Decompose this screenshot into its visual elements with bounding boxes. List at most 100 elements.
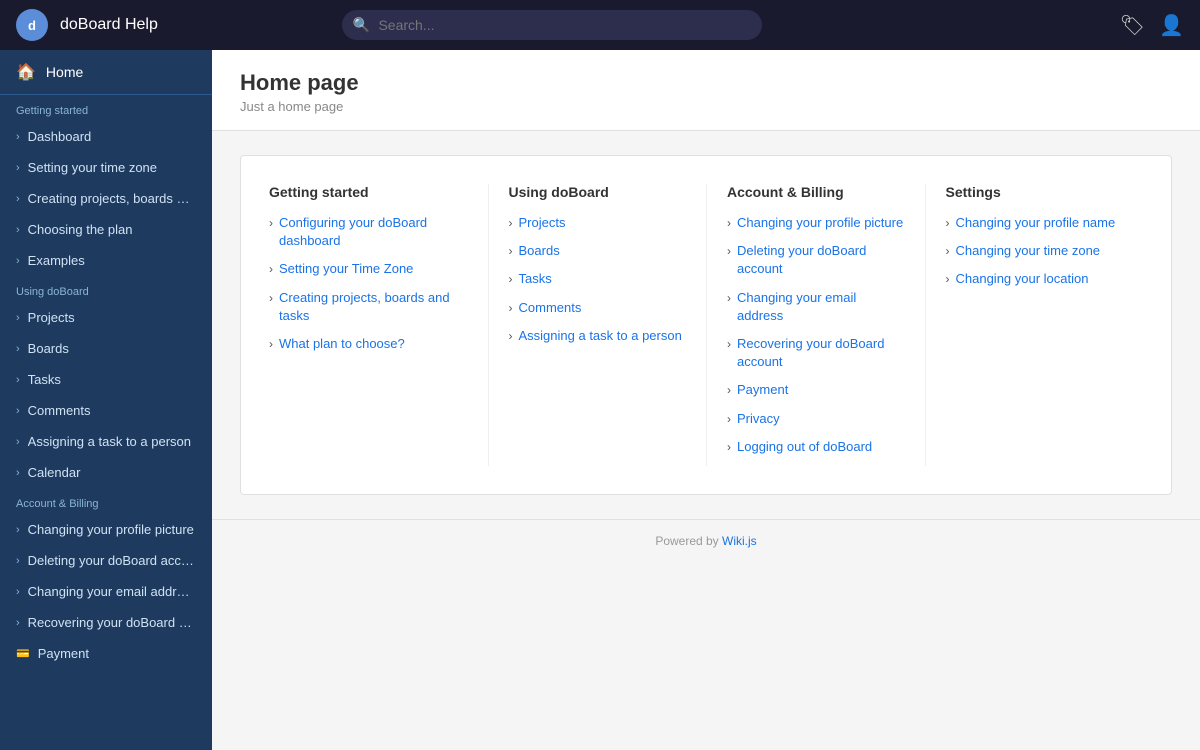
app-logo: d [16,9,48,41]
search-icon: 🔍 [352,17,369,34]
navbar-actions: 🏷 👤 [1120,13,1184,38]
main-layout: 🏠 Home Getting started › Dashboard › Set… [0,50,1200,750]
sidebar-item-label: Recovering your doBoard acc... [28,615,196,630]
link-what-plan[interactable]: What plan to choose? [279,335,405,353]
sidebar-item-label: Calendar [28,465,196,480]
sidebar-item-label: Projects [28,310,196,325]
sidebar-item-email-address[interactable]: › Changing your email address [0,576,212,607]
main-content: Home page Just a home page Getting start… [212,50,1200,750]
sidebar-item-label: Payment [38,646,196,661]
link-deleting-account[interactable]: Deleting your doBoard account [737,242,905,278]
sidebar-item-dashboard[interactable]: › Dashboard [0,121,212,152]
content-body: Getting started › Configuring your doBoa… [212,131,1200,519]
chevron-icon: › [16,224,20,236]
sidebar-item-label: Dashboard [28,129,196,144]
sidebar-item-label: Creating projects, boards and ... [28,191,196,206]
list-item: › Changing your location [946,270,1124,288]
navbar: d doBoard Help 🔍 🏷 👤 [0,0,1200,50]
sidebar-item-projects[interactable]: › Projects [0,302,212,333]
link-logging-out[interactable]: Logging out of doBoard [737,438,872,456]
chevron-icon: › [16,405,20,417]
link-assigning-task[interactable]: Assigning a task to a person [519,327,682,345]
sidebar-item-assigning-task[interactable]: › Assigning a task to a person [0,426,212,457]
footer: Powered by Wiki.js [212,519,1200,562]
section-links-using-doboard: › Projects › Boards › Tasks › [509,214,687,345]
sidebar-item-profile-picture[interactable]: › Changing your profile picture [0,514,212,545]
chevron-icon: › [16,131,20,143]
link-payment[interactable]: Payment [737,381,788,399]
sidebar-item-creating-projects[interactable]: › Creating projects, boards and ... [0,183,212,214]
footer-link[interactable]: Wiki.js [722,534,757,548]
sidebar-section-getting-started: Getting started [0,95,212,121]
link-privacy[interactable]: Privacy [737,410,780,428]
tags-icon[interactable]: 🏷 [1120,13,1145,38]
link-creating-projects[interactable]: Creating projects, boards and tasks [279,289,468,325]
section-using-doboard: Using doBoard › Projects › Boards › Task [488,184,707,466]
sidebar-item-label: Changing your email address [28,584,196,599]
link-setting-timezone[interactable]: Setting your Time Zone [279,260,413,278]
sidebar-item-label: Assigning a task to a person [28,434,196,449]
link-recovering-account[interactable]: Recovering your doBoard account [737,335,905,371]
sidebar-item-recover-account[interactable]: › Recovering your doBoard acc... [0,607,212,638]
chevron-icon: › [16,524,20,536]
list-item: › Changing your time zone [946,242,1124,260]
sidebar-item-label: Boards [28,341,196,356]
sidebar-item-examples[interactable]: › Examples [0,245,212,276]
search-container: 🔍 [342,10,762,40]
section-links-settings: › Changing your profile name › Changing … [946,214,1124,289]
bullet-icon: › [509,329,513,343]
sidebar-item-label: Choosing the plan [28,222,196,237]
link-boards[interactable]: Boards [519,242,560,260]
sidebar-home[interactable]: 🏠 Home [0,50,212,95]
section-title-getting-started: Getting started [269,184,468,200]
chevron-icon: › [16,162,20,174]
chevron-icon: › [16,255,20,267]
link-configuring-dashboard[interactable]: Configuring your doBoard dashboard [279,214,468,250]
app-title: doBoard Help [60,16,158,34]
sidebar-item-label: Deleting your doBoard account [28,553,196,568]
bullet-icon: › [727,337,731,351]
list-item: › Tasks [509,270,687,288]
list-item: › Payment [727,381,905,399]
link-change-location[interactable]: Changing your location [956,270,1089,288]
home-icon: 🏠 [16,62,36,82]
link-projects[interactable]: Projects [519,214,566,232]
chevron-icon: › [16,343,20,355]
section-links-getting-started: › Configuring your doBoard dashboard › S… [269,214,468,353]
link-change-timezone[interactable]: Changing your time zone [956,242,1101,260]
link-tasks[interactable]: Tasks [519,270,552,288]
list-item: › Changing your profile name [946,214,1124,232]
list-item: › Changing your email address [727,289,905,325]
chevron-icon: › [16,374,20,386]
bullet-icon: › [727,440,731,454]
section-title-account-billing: Account & Billing [727,184,905,200]
link-comments[interactable]: Comments [519,299,582,317]
bullet-icon: › [509,216,513,230]
sidebar-item-comments[interactable]: › Comments [0,395,212,426]
chevron-icon: › [16,555,20,567]
content-grid: Getting started › Configuring your doBoa… [240,155,1172,495]
section-account-billing: Account & Billing › Changing your profil… [706,184,925,466]
sidebar-item-calendar[interactable]: › Calendar [0,457,212,488]
sidebar-item-tasks[interactable]: › Tasks [0,364,212,395]
link-email-address[interactable]: Changing your email address [737,289,905,325]
sidebar: 🏠 Home Getting started › Dashboard › Set… [0,50,212,750]
sidebar-item-boards[interactable]: › Boards [0,333,212,364]
search-input[interactable] [342,10,762,40]
list-item: › Projects [509,214,687,232]
link-profile-picture[interactable]: Changing your profile picture [737,214,903,232]
bullet-icon: › [269,262,273,276]
sidebar-item-label: Tasks [28,372,196,387]
sidebar-item-payment[interactable]: 💳 Payment [0,638,212,669]
bullet-icon: › [946,244,950,258]
user-icon[interactable]: 👤 [1159,13,1184,38]
sidebar-section-account-billing: Account & Billing [0,488,212,514]
bullet-icon: › [727,291,731,305]
sidebar-item-time-zone[interactable]: › Setting your time zone [0,152,212,183]
section-links-account-billing: › Changing your profile picture › Deleti… [727,214,905,456]
sidebar-item-delete-account[interactable]: › Deleting your doBoard account [0,545,212,576]
link-profile-name[interactable]: Changing your profile name [956,214,1116,232]
sidebar-item-choosing-plan[interactable]: › Choosing the plan [0,214,212,245]
logo-initials: d [28,18,36,33]
bullet-icon: › [509,272,513,286]
